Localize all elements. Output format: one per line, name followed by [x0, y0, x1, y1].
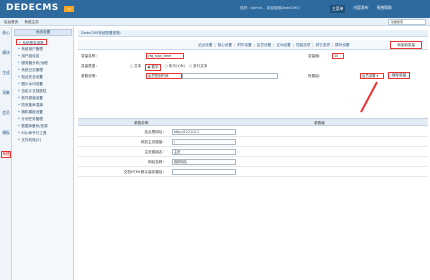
left-tab-core[interactable]: 核心 — [1, 30, 11, 36]
row-label: 主页链接名： — [144, 150, 166, 154]
row-label: 文档HTML默认保存路径： — [123, 170, 166, 174]
row-value-input[interactable]: 主页 — [172, 149, 236, 155]
sidebar-item-basic-params[interactable]: 系统基本参数 — [16, 39, 47, 45]
left-tab-generate[interactable]: 生成 — [1, 70, 11, 76]
radio-multiline[interactable]: 多行文本 — [189, 64, 207, 71]
app-logo: DEDECMS — [6, 3, 59, 13]
top-nav-publish[interactable]: 内容发布 — [353, 5, 368, 13]
sidebar-header: 系统设置 — [14, 29, 72, 36]
var-value-label: 变量值： — [308, 54, 323, 58]
left-tab-collect[interactable]: 采集 — [1, 90, 11, 96]
tab-performance[interactable]: 性能选项 — [296, 43, 310, 48]
welcome-text: 您好：admin ，欢迎使用DedeCMS！ — [240, 6, 303, 10]
sidebar-item-sql-tool[interactable]: SQL命令行工具 — [18, 130, 46, 136]
sidebar-item-logs[interactable]: 系统日志管理 — [18, 67, 43, 73]
sidebar-item-user-mgmt[interactable]: 系统用户管理 — [18, 46, 43, 52]
left-tab-modules[interactable]: 模块 — [1, 50, 11, 56]
table-row: 网页主页链接： / — [78, 137, 428, 147]
sidebar-item-doc-attrs[interactable]: 自定义文档属性 — [18, 88, 46, 94]
var-name-input[interactable]: cfg_sign_time — [146, 53, 184, 59]
sidebar-item-anti-collect[interactable]: 防采集串混淆 — [18, 102, 43, 108]
radio-text[interactable]: 文本 — [130, 64, 141, 71]
config-tabs: 站点设置 | 核心设置 | 附件设置 | 会员设置 | 互动设置 | 性能选项 | 其它选项… — [78, 40, 428, 50]
left-tab-members[interactable]: 会员 — [1, 110, 11, 116]
tab-members[interactable]: 会员设置 — [257, 43, 271, 48]
table-header: 参数说明 参数值 — [78, 118, 428, 126]
breadcrumb: DedeCMS系统配置参数： — [78, 30, 428, 37]
group-select[interactable]: 会员设置 ▾ — [360, 73, 384, 79]
row-value-input[interactable]: 我的网站 — [172, 159, 236, 165]
table-row: 站点根网址： http://127.0.0.1 — [78, 127, 428, 137]
row-value-input[interactable]: http://127.0.0.1 — [172, 129, 236, 135]
sidebar-item-watermark[interactable]: 图片水印设置 — [18, 81, 43, 87]
left-tab-system[interactable]: 系统 — [1, 151, 11, 158]
sidebar-item-soft-channel[interactable]: 软件频道设置 — [18, 95, 43, 101]
row-label: 网页主页链接： — [140, 140, 166, 144]
left-tab-templates[interactable]: 模板 — [1, 130, 11, 136]
sidebar-item-random-template[interactable]: 随机模板设置 — [18, 109, 43, 115]
sidebar: 系统设置 系统基本参数 系统用户管理 用户组设定 服务器分布/远程 系统日志管理… — [12, 27, 74, 280]
logo-version-badge: v5 — [64, 6, 74, 12]
param-desc-label: 参数说明： — [81, 74, 99, 78]
table-row: 文档HTML默认保存路径： — [78, 167, 428, 177]
sidebar-item-tasks[interactable]: 计划任务管理 — [18, 116, 43, 122]
top-nav: 主菜单 内容发布 系统帮助 — [330, 5, 392, 13]
var-type-radio-group: 文本 数字 布尔(Y/N) 多行文本 — [130, 64, 207, 71]
row-value-input[interactable] — [172, 169, 236, 175]
top-bar: DEDECMS v5 您好：admin ，欢迎使用DedeCMS！ 主菜单 内容… — [0, 0, 430, 18]
save-variable-button[interactable]: 保存变量 — [388, 72, 410, 79]
sidebar-item-security[interactable]: 验证安全设置 — [18, 74, 43, 80]
tab-site[interactable]: 站点设置 — [198, 43, 212, 48]
group-label: 所属组： — [308, 74, 323, 78]
tab-attachments[interactable]: 附件设置 — [237, 43, 251, 48]
tab-modules[interactable]: 模块设置 — [335, 43, 349, 48]
sub-bar: 后台首页 系统主页 功能搜索 — [0, 18, 430, 26]
table-row: 网站名称： 我的网站 — [78, 157, 428, 167]
main-content: DedeCMS系统配置参数： 站点设置 | 核心设置 | 附件设置 | 会员设置 | 互… — [76, 27, 428, 280]
top-nav-main-menu[interactable]: 主菜单 — [330, 5, 346, 13]
param-desc-input-rest[interactable] — [182, 73, 278, 79]
sidebar-item-db-backup[interactable]: 数据库备份/还原 — [18, 123, 47, 129]
var-type-label: 变量类型： — [81, 64, 99, 68]
row-value-input[interactable]: / — [172, 139, 236, 145]
table-row: 主页链接名： 主页 — [78, 147, 428, 157]
row-label: 网站名称： — [148, 160, 166, 164]
add-variable-button[interactable]: 添加新变量 — [390, 41, 422, 49]
var-value-input[interactable]: 10 — [332, 53, 344, 59]
system-home-link[interactable]: 系统主页 — [24, 20, 38, 25]
top-nav-help[interactable]: 系统帮助 — [377, 5, 392, 13]
sidebar-item-file-check[interactable]: 文件校验[S] — [18, 137, 40, 143]
param-desc-input[interactable]: 会员签到时间 — [146, 73, 182, 79]
home-link[interactable]: 后台首页 — [4, 20, 18, 25]
tab-core[interactable]: 核心设置 — [218, 43, 232, 48]
tab-interaction[interactable]: 互动设置 — [276, 43, 290, 48]
col-header-desc: 参数说明 — [134, 121, 149, 125]
tab-other[interactable]: 其它选项 — [316, 43, 330, 48]
function-search-input[interactable]: 功能搜索 — [388, 19, 426, 25]
sidebar-item-user-groups[interactable]: 用户组设定 — [18, 53, 39, 59]
row-label: 站点根网址： — [144, 130, 166, 134]
annotation-arrow — [360, 81, 378, 113]
col-header-value: 参数值 — [314, 121, 325, 125]
var-name-label: 变量名称： — [81, 54, 99, 58]
radio-number[interactable]: 数字 — [145, 64, 161, 71]
left-tab-column: 核心 模块 生成 采集 会员 模板 系统 — [0, 27, 12, 280]
sidebar-item-servers[interactable]: 服务器分布/远程 — [18, 60, 47, 66]
radio-boolean[interactable]: 布尔(Y/N) — [165, 64, 185, 71]
